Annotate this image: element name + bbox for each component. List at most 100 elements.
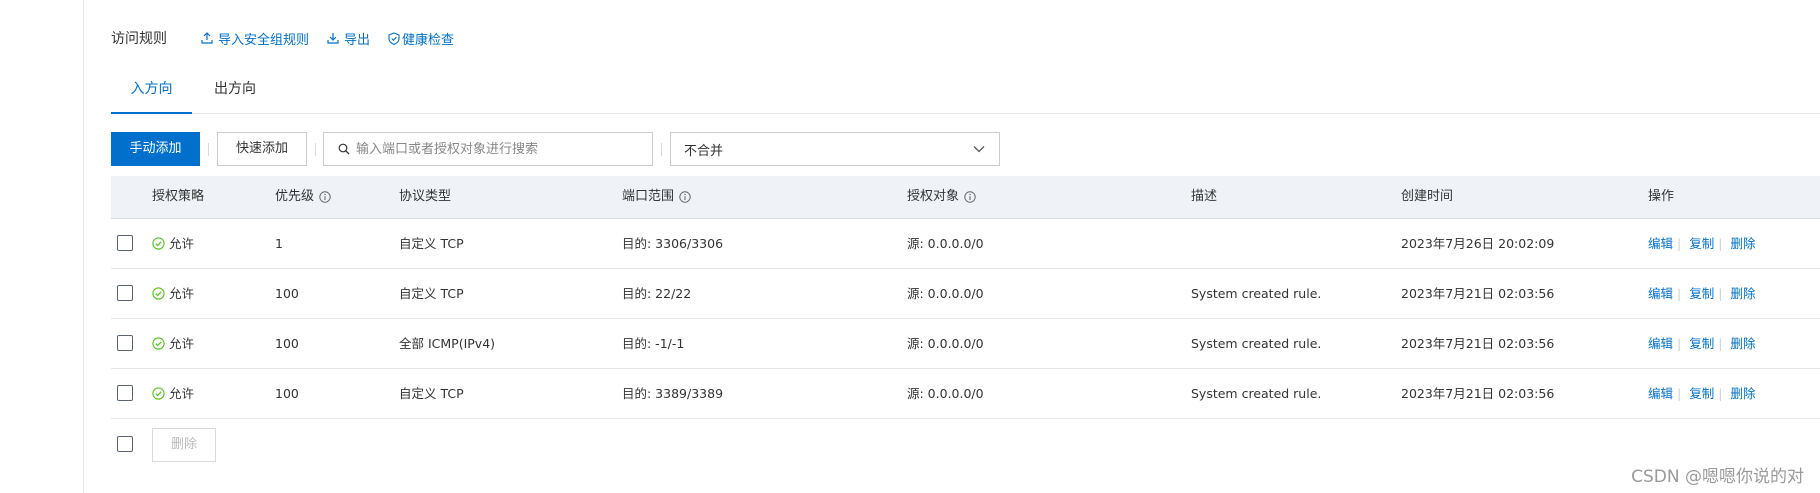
tab-inbound[interactable]: 入方向 — [111, 76, 192, 114]
actions-cell: 编辑 | 复制 | 删除 — [1648, 319, 1755, 368]
op-divider: | — [1677, 386, 1682, 401]
row-checkbox[interactable] — [117, 335, 133, 351]
direction-tabs: 入方向 出方向 — [111, 76, 1820, 114]
policy-label: 允许 — [169, 236, 195, 251]
table-row: 允许 100 自定义 TCP 目的: 22/22 源: 0.0.0.0/0 Sy… — [111, 269, 1820, 319]
description-cell: System created rule. — [1191, 286, 1322, 301]
section-header: 访问规则 导入安全组规则 导出 健康检查 — [111, 27, 454, 49]
delete-link[interactable]: 删除 — [1730, 369, 1755, 418]
op-divider: | — [1718, 336, 1723, 351]
batch-delete-button: 删除 — [152, 428, 216, 462]
op-divider: | — [1677, 286, 1682, 301]
select-all-checkbox[interactable] — [117, 436, 133, 452]
edit-link[interactable]: 编辑 — [1648, 269, 1673, 318]
edit-link[interactable]: 编辑 — [1648, 219, 1673, 268]
copy-link[interactable]: 复制 — [1689, 219, 1714, 268]
export-link[interactable]: 导出 — [327, 29, 370, 48]
quick-add-button[interactable]: 快速添加 — [217, 132, 307, 166]
copy-link[interactable]: 复制 — [1689, 319, 1714, 368]
table-row: 允许 100 全部 ICMP(IPv4) 目的: -1/-1 源: 0.0.0.… — [111, 319, 1820, 369]
row-checkbox[interactable] — [117, 385, 133, 401]
delete-link[interactable]: 删除 — [1730, 319, 1755, 368]
description-cell: System created rule. — [1191, 386, 1322, 401]
health-check-label: 健康检查 — [402, 32, 455, 48]
port-cell: 目的: 3306/3306 — [622, 236, 724, 251]
search-input[interactable] — [356, 141, 652, 157]
priority-cell: 100 — [275, 386, 299, 401]
column-header-target-label: 授权对象 — [907, 189, 960, 204]
protocol-cell: 自定义 TCP — [399, 386, 464, 401]
check-circle-icon — [152, 387, 165, 400]
column-header-target: 授权对象 — [907, 176, 976, 218]
toolbar-divider — [661, 143, 662, 156]
created-cell: 2023年7月21日 02:03:56 — [1401, 336, 1555, 351]
op-divider: | — [1718, 286, 1723, 301]
page: 访问规则 导入安全组规则 导出 健康检查 入方向 出方向 手动添加 快速添加 输… — [0, 0, 1820, 493]
policy-cell: 允许 — [152, 319, 194, 368]
created-cell: 2023年7月26日 20:02:09 — [1401, 236, 1555, 251]
check-circle-icon — [152, 287, 165, 300]
merge-select[interactable]: 不合并 — [670, 132, 1000, 166]
copy-link[interactable]: 复制 — [1689, 369, 1714, 418]
column-header-priority: 优先级 — [275, 176, 331, 218]
download-icon — [327, 33, 339, 44]
protocol-cell: 自定义 TCP — [399, 236, 464, 251]
table-row: 允许 1 自定义 TCP 目的: 3306/3306 源: 0.0.0.0/0 … — [111, 219, 1820, 269]
port-cell: 目的: 3389/3389 — [622, 386, 724, 401]
created-cell: 2023年7月21日 02:03:56 — [1401, 286, 1555, 301]
toolbar-divider — [208, 143, 209, 156]
import-rules-label: 导入安全组规则 — [218, 32, 310, 48]
op-divider: | — [1677, 236, 1682, 251]
tab-outbound[interactable]: 出方向 — [209, 76, 261, 112]
column-header-description: 描述 — [1191, 189, 1218, 204]
column-header-created: 创建时间 — [1401, 189, 1454, 204]
info-icon[interactable] — [679, 191, 691, 203]
column-header-port: 端口范围 — [622, 176, 691, 218]
column-header-priority-label: 优先级 — [275, 189, 315, 204]
import-rules-link[interactable]: 导入安全组规则 — [201, 29, 309, 48]
search-box[interactable] — [323, 132, 653, 166]
toolbar-divider — [315, 143, 316, 156]
port-cell: 目的: 22/22 — [622, 286, 692, 301]
actions-cell: 编辑 | 复制 | 删除 — [1648, 369, 1755, 418]
priority-cell: 100 — [275, 286, 299, 301]
created-cell: 2023年7月21日 02:03:56 — [1401, 386, 1555, 401]
health-check-link[interactable]: 健康检查 — [388, 29, 454, 48]
delete-link[interactable]: 删除 — [1730, 219, 1755, 268]
policy-label: 允许 — [169, 336, 195, 351]
protocol-cell: 全部 ICMP(IPv4) — [399, 336, 496, 351]
check-circle-icon — [152, 237, 165, 250]
row-checkbox[interactable] — [117, 285, 133, 301]
column-header-actions: 操作 — [1648, 189, 1675, 204]
manual-add-button[interactable]: 手动添加 — [111, 132, 200, 166]
edit-link[interactable]: 编辑 — [1648, 369, 1673, 418]
target-cell: 源: 0.0.0.0/0 — [907, 336, 984, 351]
shield-check-icon — [388, 31, 400, 45]
column-header-policy: 授权策略 — [152, 189, 205, 204]
actions-cell: 编辑 | 复制 | 删除 — [1648, 219, 1755, 268]
policy-label: 允许 — [169, 386, 195, 401]
info-icon[interactable] — [964, 191, 976, 203]
policy-cell: 允许 — [152, 269, 194, 318]
target-cell: 源: 0.0.0.0/0 — [907, 386, 984, 401]
left-border — [83, 0, 84, 493]
rules-table: 授权策略 优先级 协议类型 端口范围 授权对象 描述 创建时间 操作 允许 1 … — [111, 176, 1820, 467]
row-checkbox[interactable] — [117, 235, 133, 251]
info-icon[interactable] — [319, 191, 331, 203]
op-divider: | — [1718, 386, 1723, 401]
policy-cell: 允许 — [152, 219, 194, 268]
table-row: 允许 100 自定义 TCP 目的: 3389/3389 源: 0.0.0.0/… — [111, 369, 1820, 419]
merge-select-value: 不合并 — [684, 143, 724, 159]
delete-link[interactable]: 删除 — [1730, 269, 1755, 318]
op-divider: | — [1677, 336, 1682, 351]
protocol-cell: 自定义 TCP — [399, 286, 464, 301]
op-divider: | — [1718, 236, 1723, 251]
policy-cell: 允许 — [152, 369, 194, 418]
section-title: 访问规则 — [111, 31, 167, 47]
target-cell: 源: 0.0.0.0/0 — [907, 236, 984, 251]
actions-cell: 编辑 | 复制 | 删除 — [1648, 269, 1755, 318]
port-cell: 目的: -1/-1 — [622, 336, 685, 351]
edit-link[interactable]: 编辑 — [1648, 319, 1673, 368]
priority-cell: 1 — [275, 236, 283, 251]
copy-link[interactable]: 复制 — [1689, 269, 1714, 318]
